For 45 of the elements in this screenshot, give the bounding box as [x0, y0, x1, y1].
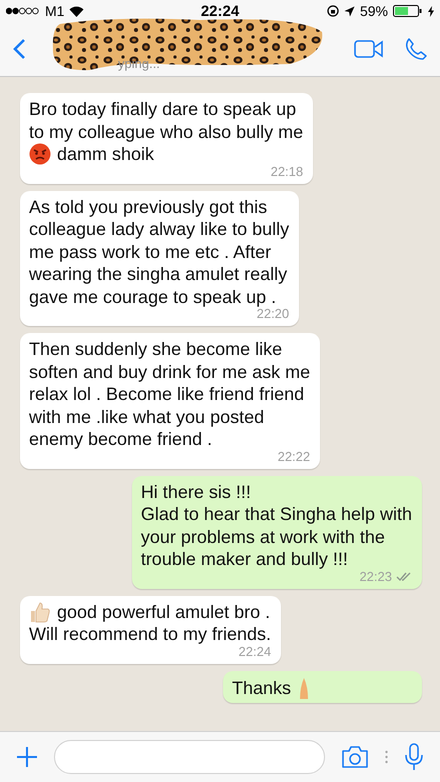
- message-text: Then suddenly she become like: [29, 338, 282, 360]
- carrier-name: M1: [45, 3, 64, 19]
- message-text: gave me courage to speak up .: [29, 286, 276, 308]
- message-text: colleague lady alway like to bully: [29, 218, 290, 240]
- wifi-icon: [69, 6, 84, 16]
- message-text: Glad to hear that Singha help with: [140, 503, 412, 526]
- thumbs-up-icon: [29, 600, 51, 623]
- message-time: 22:22: [278, 448, 310, 464]
- video-call-icon[interactable]: [354, 40, 384, 58]
- divider-dots-icon: [385, 750, 388, 764]
- message-text: wearing the singha amulet really: [29, 263, 288, 286]
- camera-icon[interactable]: [341, 745, 369, 769]
- microphone-icon[interactable]: [404, 743, 424, 771]
- message-text: relax lol . Become like friend friend: [29, 383, 304, 406]
- signal-icon: [6, 7, 40, 15]
- message-text: your problems at work with the: [140, 526, 385, 548]
- charging-bolt-icon: [428, 6, 434, 16]
- angry-emoji-icon: [29, 143, 51, 166]
- message-text: Thanks: [232, 676, 292, 699]
- message-text: damm shoik: [57, 143, 154, 166]
- message-time: 22:24: [238, 644, 272, 660]
- rotation-lock-icon: [326, 5, 339, 17]
- message-text: Will recommend to my friends.: [29, 623, 272, 646]
- message-text: Hi there sis !!!: [140, 480, 251, 503]
- message-input-field[interactable]: [54, 740, 325, 774]
- typing-status: yping...: [118, 56, 160, 71]
- battery-percent: 59%: [360, 3, 388, 19]
- message-text: soften and buy drink for me ask me: [29, 360, 310, 383]
- location-arrow-icon: [344, 6, 355, 16]
- clock-time: 22:24: [200, 2, 240, 20]
- message-time: 22:20: [256, 306, 290, 322]
- message-text: trouble maker and bully !!!: [140, 548, 348, 570]
- message-text: me pass work to me etc . After: [29, 240, 272, 263]
- back-icon[interactable]: [12, 38, 26, 60]
- message-text: enemy become friend .: [29, 428, 212, 450]
- phone-call-icon[interactable]: [404, 37, 428, 61]
- battery-icon: [393, 5, 423, 17]
- message-text: As told you previously got this: [29, 196, 268, 218]
- message-text: to my colleague who also bully me: [29, 120, 304, 143]
- message-time: 22:18: [270, 164, 304, 180]
- message-text: Bro today finally dare to speak up: [29, 98, 296, 120]
- message-text: good powerful amulet bro .: [57, 600, 270, 623]
- message-time: 22:23: [359, 568, 392, 584]
- message-text: with me .like what you posted: [29, 406, 264, 428]
- add-icon[interactable]: [16, 746, 38, 768]
